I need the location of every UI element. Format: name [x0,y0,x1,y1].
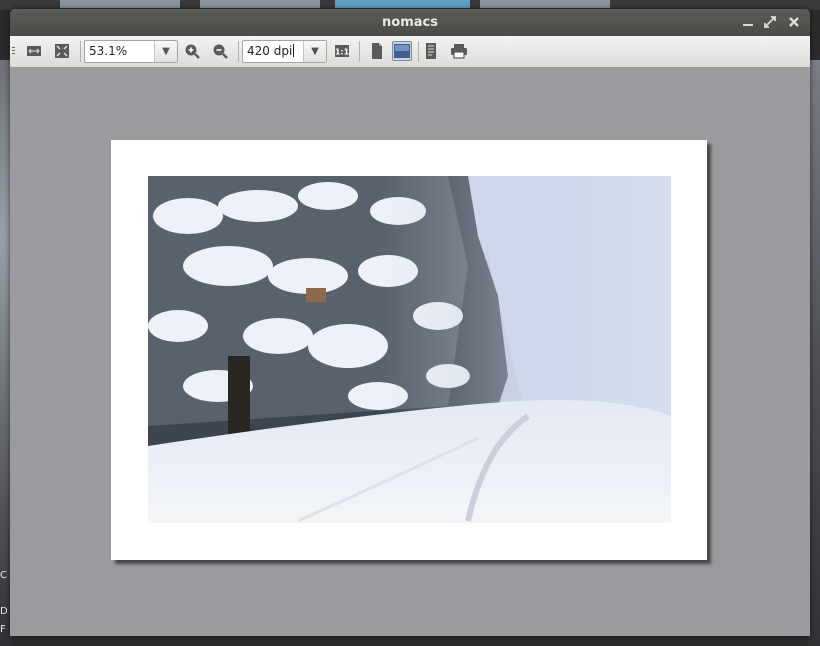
preview-canvas[interactable] [10,67,810,636]
maximize-button[interactable] [763,15,777,29]
fit-width-icon [27,46,41,56]
window-title: nomacs [382,15,438,30]
zoom-out-button[interactable] [211,42,229,60]
desktop-text-fragment: F [0,624,6,635]
title-bar[interactable]: nomacs [10,9,810,36]
minimize-icon [743,24,753,26]
close-button[interactable] [787,15,801,29]
background-thumbnail [480,0,610,8]
toolbar-separator [238,41,239,62]
close-icon [789,17,799,27]
resolution-value[interactable]: 420 dpi [247,44,295,58]
print-preview-toolbar: 53.1% ▼ 420 dpi ▼ 1:1 [10,36,810,68]
zoom-dropdown-arrow[interactable]: ▼ [154,41,177,62]
actual-size-button[interactable]: 1:1 [333,42,351,60]
toolbar-grip-handle[interactable] [12,47,15,55]
toolbar-separator [359,41,360,62]
desktop-text-fragment: D [0,606,8,617]
fit-page-button[interactable] [53,42,71,60]
page-setup-button[interactable] [422,42,440,60]
zoom-combobox[interactable]: 53.1% ▼ [84,40,178,63]
toolbar-separator [80,41,81,62]
preview-photo [148,176,671,523]
toolbar-separator [418,41,419,62]
background-thumbnail [200,0,320,8]
portrait-icon [372,43,382,59]
actual-size-icon: 1:1 [335,45,350,57]
fit-width-button[interactable] [25,42,43,60]
snowy-forest-image [148,176,671,523]
resolution-combobox[interactable]: 420 dpi ▼ [242,40,327,63]
background-thumbnail [335,0,470,8]
page-setup-icon [426,43,436,59]
minimize-button[interactable] [741,15,755,29]
fit-page-icon [55,44,69,58]
actual-size-label: 1:1 [335,48,350,57]
text-cursor [293,44,295,57]
app-window: nomacs 53.1% ▼ 420 dpi ▼ 1:1 [10,9,810,636]
printer-icon [451,44,467,59]
zoom-in-icon [185,44,200,59]
background-thumbnail [60,0,180,8]
resolution-text: 420 dpi [247,44,293,58]
zoom-value: 53.1% [89,44,128,58]
print-page [111,140,707,560]
zoom-out-icon [213,44,228,59]
desktop-text-fragment: C [0,570,7,581]
portrait-button[interactable] [368,42,386,60]
landscape-button[interactable] [392,41,412,61]
maximize-icon [764,16,776,28]
landscape-icon [394,44,410,58]
print-button[interactable] [450,42,468,60]
resolution-dropdown-arrow[interactable]: ▼ [303,41,326,62]
zoom-in-button[interactable] [183,42,201,60]
